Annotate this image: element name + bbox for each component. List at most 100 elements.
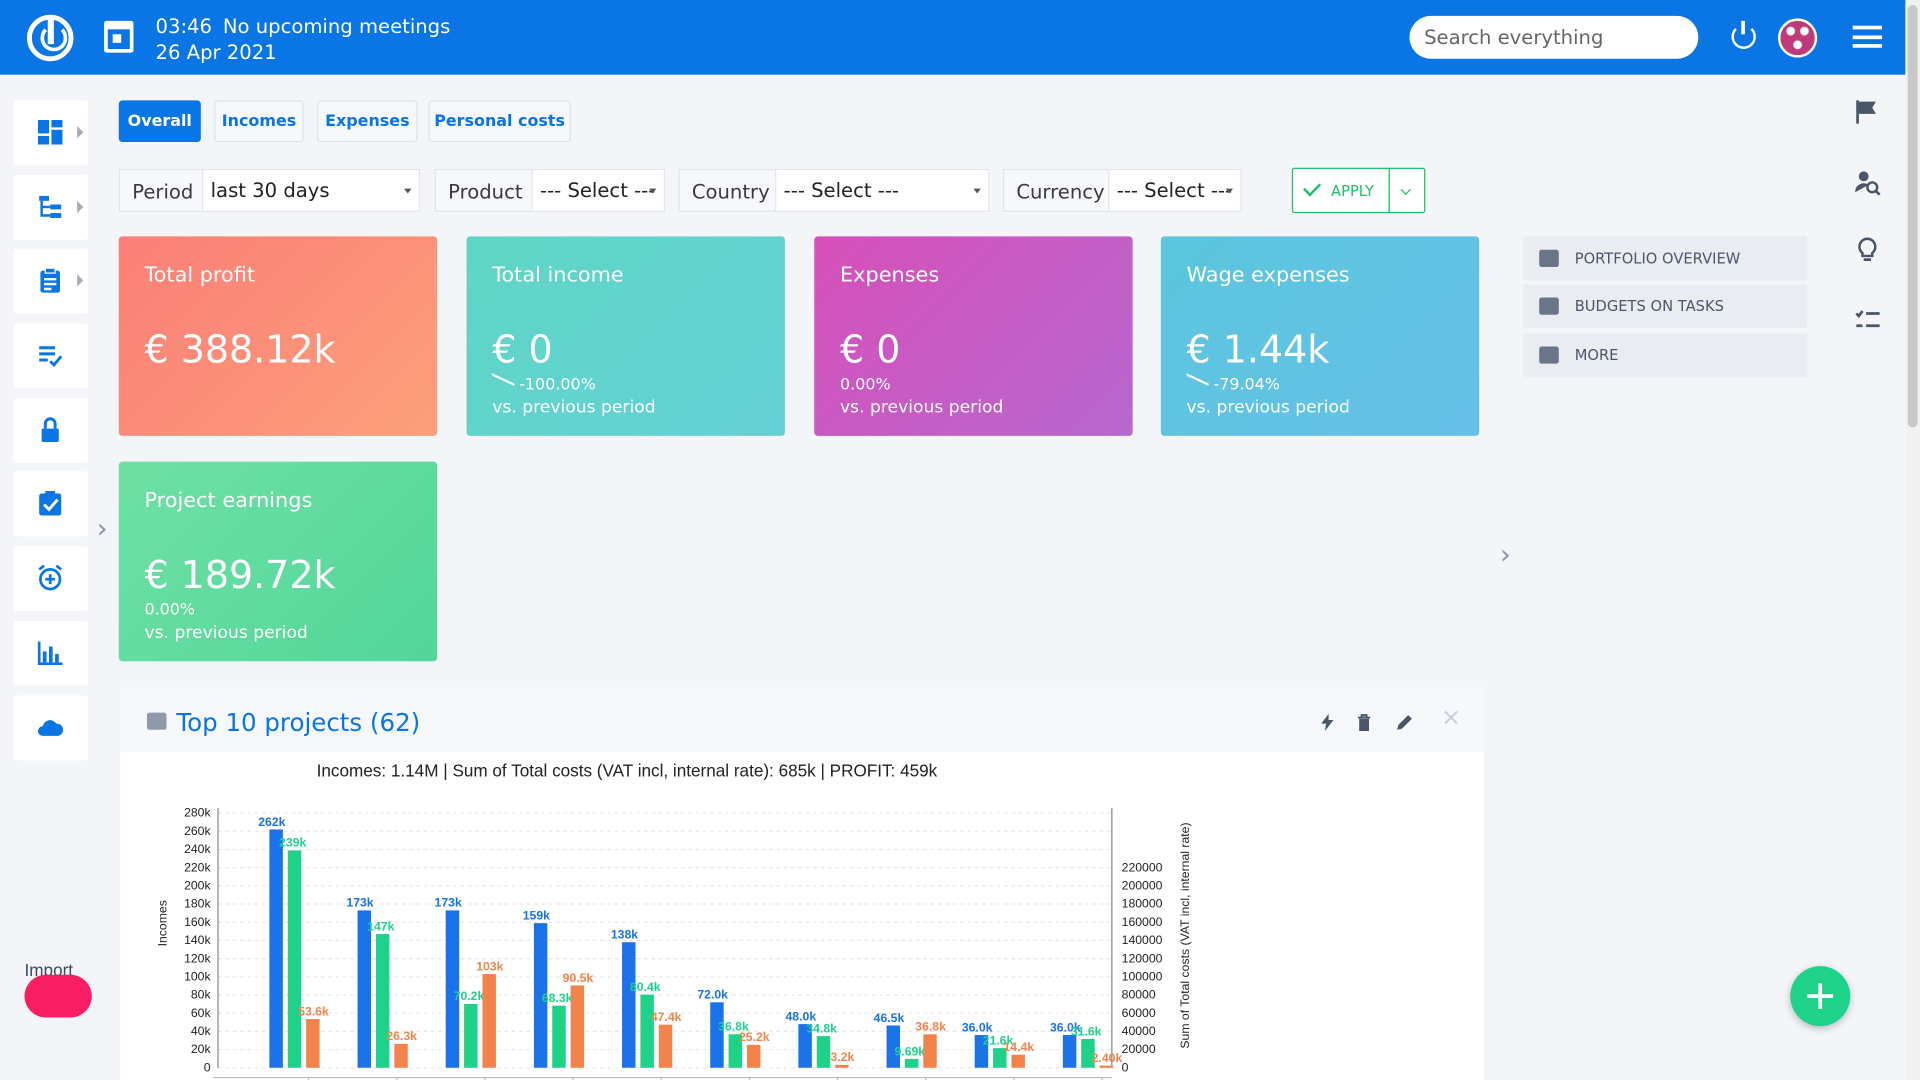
money-icon [1539,249,1559,267]
country-select[interactable]: --- Select --- [775,170,989,211]
plus-icon [1539,346,1559,364]
panel-expand-chevron-icon[interactable]: › [1500,540,1511,571]
link-label: MORE [1574,346,1619,364]
top-projects-module: Top 10 projects (62) Incomes: 1.14M | Su… [120,686,1485,1080]
app-logo-icon[interactable] [26,14,74,62]
sidebar-item-alarm[interactable] [13,546,89,612]
data-label: 2.40k [1092,1051,1123,1065]
bar [835,1064,849,1068]
card-project-earnings[interactable]: Project earnings € 189.72k 0.00% vs. pre… [118,461,438,662]
data-label: 147k [367,919,394,933]
sidebar-item-tasks[interactable] [13,471,89,537]
sidebar-expand-chevron-icon[interactable]: › [97,514,108,545]
product-select[interactable]: --- Select --- [531,170,664,211]
bar [375,934,390,1068]
bar [710,1002,724,1068]
card-comparison: vs. previous period [840,397,1004,418]
meetings-status[interactable]: No upcoming meetings [223,15,450,38]
card-value: € 0 [492,328,553,373]
lightbulb-icon[interactable] [1854,236,1881,263]
scrollbar-thumb[interactable] [1907,4,1918,428]
y-tick-label: 220k [184,860,211,874]
data-label: 46.5k [874,1011,905,1025]
y2-tick-label: 60000 [1122,1006,1156,1020]
expand-arrow-icon[interactable] [77,274,84,287]
bar [1099,1065,1114,1068]
y2-tick-label: 100000 [1122,969,1163,983]
edit-icon[interactable] [1396,714,1413,731]
user-search-icon[interactable] [1854,169,1881,196]
expand-arrow-icon[interactable] [77,200,84,214]
hamburger-menu-icon[interactable] [1852,25,1883,48]
y2-tick-label: 180000 [1122,897,1163,911]
chart-plot-area: 0 20k 40k 60k 80k 100k 120k 140k 160k 180k 200k 220… [184,806,1163,1080]
sidebar-item-hierarchy[interactable] [13,175,89,241]
budget-icon [146,712,167,730]
tab-expenses[interactable]: Expenses [317,100,418,143]
data-label: 26.3k [386,1029,417,1043]
portfolio-overview-link[interactable]: PORTFOLIO OVERVIEW [1523,236,1808,281]
data-label: 68.3k [542,991,573,1005]
page-scrollbar[interactable] [1905,0,1920,1080]
currency-label: Currency [1016,180,1105,204]
data-label: 173k [346,896,373,910]
currency-select[interactable]: --- Select --- [1108,170,1241,211]
expand-arrow-icon[interactable] [77,126,84,139]
sidebar-item-cloud[interactable] [13,695,89,761]
card-expenses[interactable]: Expenses € 0 0.00% vs. previous period [814,236,1133,436]
add-button[interactable] [1790,966,1851,1027]
card-title: Total profit [144,263,256,288]
y-tick-label: 20k [191,1042,212,1056]
flag-icon[interactable] [1854,98,1881,125]
sidebar-item-checklist[interactable] [13,323,89,389]
y-tick-label: 260k [184,824,211,838]
calendar-icon[interactable] [104,20,134,53]
module-title[interactable]: Top 10 projects (62) [176,708,420,737]
apply-button[interactable]: APPLY [1291,167,1390,214]
period-select[interactable]: last 30 days [202,170,419,211]
tab-incomes[interactable]: Incomes [214,100,304,143]
tab-personal-costs[interactable]: Personal costs [428,100,571,143]
y-tick-label: 240k [184,842,211,856]
chart-icon [37,641,63,666]
card-wage-expenses[interactable]: Wage expenses € 1.44k -79.04% vs. previo… [1160,236,1480,436]
y2-tick-label: 0 [1122,1060,1129,1074]
card-value: € 1.44k [1186,328,1330,373]
data-label: 36.8k [915,1020,946,1034]
checklist-icon [39,346,63,368]
currency-filter: Currency --- Select --- [1002,168,1242,212]
apply-options-chevron-icon[interactable] [1388,167,1426,214]
tab-overall[interactable]: Overall [118,100,201,143]
y-tick-label: 80k [191,988,212,1002]
budgets-on-tasks-link[interactable]: BUDGETS ON TASKS [1523,284,1808,329]
card-comparison: vs. previous period [492,397,656,418]
y-tick-label: 200k [184,879,211,893]
cloud-icon [37,720,64,736]
data-label: 80.4k [630,980,661,994]
bar [269,829,283,1068]
card-total-profit[interactable]: Total profit € 388.12k [118,236,438,436]
bar [287,850,302,1068]
bar [552,1005,566,1068]
data-label: 36.0k [962,1020,993,1034]
task-list-icon[interactable] [1854,307,1881,334]
bar [622,942,636,1068]
sidebar-item-clipboard[interactable] [13,248,89,314]
trash-icon[interactable] [1356,714,1373,732]
import-button[interactable] [24,974,92,1018]
bar [816,1036,831,1068]
power-icon[interactable] [1731,20,1756,49]
sidebar-item-lock[interactable] [13,397,89,463]
lightning-icon[interactable] [1319,713,1336,732]
bar [306,1019,320,1068]
y2-tick-label: 160000 [1122,915,1163,929]
search-input[interactable] [1409,15,1699,59]
close-icon[interactable] [1442,709,1459,726]
lock-icon [41,417,59,443]
card-value: € 388.12k [144,328,336,373]
card-total-income[interactable]: Total income € 0 -100.00% vs. previous p… [466,236,785,436]
more-link[interactable]: MORE [1523,333,1808,378]
sidebar-item-dashboard[interactable] [13,100,89,166]
avatar[interactable] [1777,18,1818,58]
sidebar-item-reports[interactable] [13,620,89,686]
